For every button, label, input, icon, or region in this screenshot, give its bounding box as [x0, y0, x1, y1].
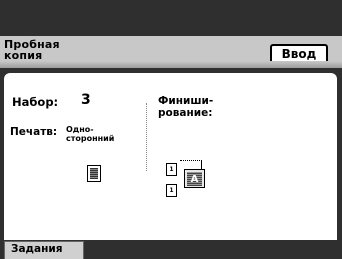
finishing-label-line1: Финиши-	[158, 95, 214, 107]
column-divider	[146, 103, 147, 171]
finishing-label-line2: рование:	[158, 107, 213, 119]
set-label: Набор:	[12, 95, 59, 109]
sided-page-icon-2: 1	[166, 184, 177, 197]
single-sided-page-icon	[87, 165, 101, 182]
tab-jobs[interactable]: Задания	[4, 241, 84, 259]
finishing-label: Финиши- рование:	[158, 95, 213, 119]
print-value-line2: сторонний	[66, 134, 115, 143]
print-value-line1: Одно-	[66, 125, 94, 134]
settings-panel: Набор: 3 Печатв: Одно- сторонний Финиши-…	[4, 73, 337, 240]
staple-icon	[180, 160, 202, 169]
sided-page-icon-1: 1	[166, 163, 177, 176]
header-divider	[0, 61, 342, 68]
finishing-output-letter: A	[190, 174, 199, 185]
page-title: Пробная копия	[4, 39, 60, 61]
screen: Пробная копия Ввод Набор: 3 Печатв: Одно…	[0, 0, 342, 259]
print-label: Печатв:	[10, 126, 58, 138]
page-title-line2: копия	[4, 49, 43, 62]
set-value: 3	[81, 92, 91, 108]
finishing-output-icon: A	[184, 169, 205, 188]
print-value: Одно- сторонний	[66, 125, 114, 143]
header-bar: Пробная копия Ввод	[0, 36, 342, 68]
